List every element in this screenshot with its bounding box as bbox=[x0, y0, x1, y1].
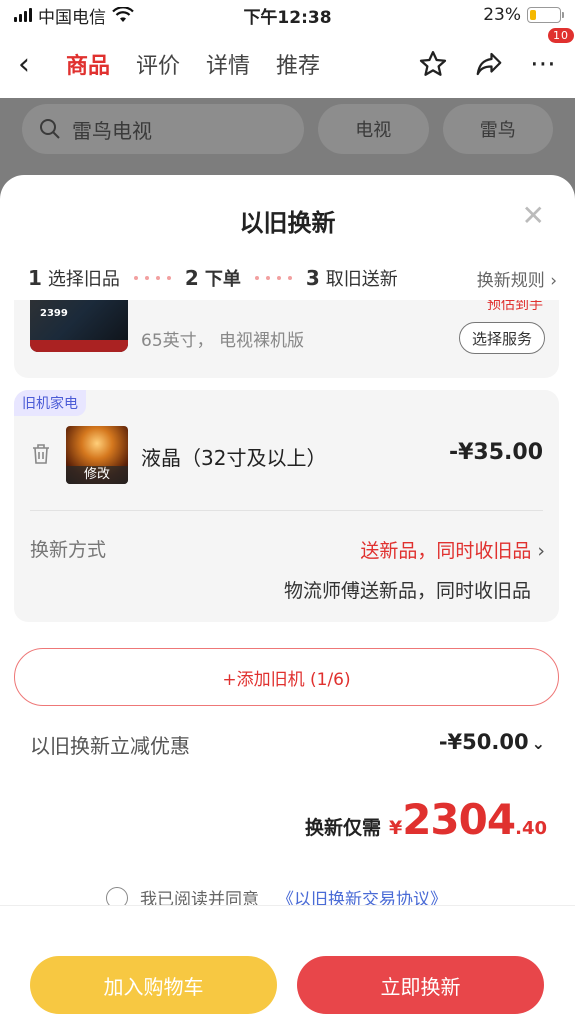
back-icon[interactable]: ‹ bbox=[18, 47, 52, 82]
discount-value[interactable]: -¥50.00 ⌄ bbox=[439, 730, 545, 754]
old-item-price: -¥35.00 bbox=[448, 440, 543, 465]
tab-reviews[interactable]: 评价 bbox=[136, 48, 180, 80]
product-spec: 65英寸， 电视裸机版 bbox=[141, 331, 305, 351]
old-appliance-card: 旧机家电 修改 液晶（32寸及以上） -¥35.00 换新方式 送新品，同时收旧… bbox=[14, 390, 559, 622]
close-icon[interactable]: ✕ bbox=[522, 199, 545, 232]
total-currency: ¥ bbox=[388, 817, 403, 839]
method-selector[interactable]: 送新品，同时收旧品 › bbox=[360, 536, 545, 563]
edit-label[interactable]: 修改 bbox=[66, 466, 128, 484]
divider bbox=[30, 510, 543, 511]
discount-amount: -¥50.00 bbox=[438, 730, 529, 754]
product-thumbnail: 2399 bbox=[30, 300, 128, 352]
nav-bar: ‹ 商品 评价 详情 推荐 ⋯ 10 bbox=[0, 27, 575, 98]
more-icon[interactable]: ⋯ 10 bbox=[530, 27, 575, 77]
search-chip: 电视 bbox=[318, 104, 429, 154]
step-3: 3 取旧送新 bbox=[305, 266, 398, 290]
search-placeholder: 雷鸟电视 bbox=[72, 118, 152, 143]
method-label: 换新方式 bbox=[30, 539, 107, 561]
method-description: 物流师傅送新品，同时收旧品 bbox=[283, 580, 531, 602]
sheet-title: 以旧换新 bbox=[239, 209, 336, 237]
method-value: 送新品，同时收旧品 bbox=[360, 540, 532, 562]
trade-in-sheet: 以旧换新 ✕ 1 选择旧品 2 下单 3 取旧送新 换新规则 › 2399 预估… bbox=[0, 175, 575, 1024]
step-1: 1 选择旧品 bbox=[28, 266, 120, 290]
step-dots bbox=[133, 276, 171, 280]
notification-badge: 10 bbox=[547, 27, 575, 44]
select-service-button[interactable]: 选择服务 bbox=[459, 322, 545, 354]
battery-icon bbox=[527, 7, 564, 23]
search-icon bbox=[40, 119, 60, 139]
total-label: 换新仅需 bbox=[304, 817, 381, 839]
chevron-down-icon: ⌄ bbox=[531, 734, 545, 753]
star-icon[interactable] bbox=[418, 49, 448, 79]
add-to-cart-button[interactable]: 加入购物车 bbox=[30, 956, 277, 1014]
status-bar: 中国电信 下午12:38 23% bbox=[0, 0, 575, 30]
signal-icon bbox=[14, 8, 32, 22]
old-item-name: 液晶（32寸及以上） bbox=[141, 446, 327, 470]
wifi-icon bbox=[112, 7, 134, 22]
old-item-thumbnail[interactable]: 修改 bbox=[66, 426, 128, 484]
carrier-name: 中国电信 bbox=[38, 7, 106, 28]
tab-recommend[interactable]: 推荐 bbox=[276, 48, 320, 80]
estimate-label: 预估到手 bbox=[487, 300, 543, 313]
battery-percent: 23% bbox=[483, 5, 521, 25]
product-card: 2399 预估到手 65英寸， 电视裸机版 选择服务 bbox=[14, 300, 559, 378]
search-chip: 雷鸟 bbox=[442, 104, 553, 154]
underlay-search-row: 雷鸟电视 电视 雷鸟 bbox=[22, 104, 553, 158]
total-decimal: .40 bbox=[515, 818, 547, 839]
step-dots bbox=[254, 276, 292, 280]
tab-product[interactable]: 商品 bbox=[66, 48, 110, 80]
old-appliance-tag: 旧机家电 bbox=[14, 390, 86, 416]
tab-details[interactable]: 详情 bbox=[206, 48, 250, 80]
chevron-right-icon: › bbox=[537, 540, 545, 562]
total-integer: 2304 bbox=[402, 795, 516, 844]
bottom-action-bar: 加入购物车 立即换新 bbox=[0, 905, 575, 1024]
total-price: 换新仅需 ¥ 2304 .40 bbox=[305, 795, 547, 844]
add-old-item-button[interactable]: +添加旧机 (1/6) bbox=[14, 648, 559, 706]
trade-in-now-button[interactable]: 立即换新 bbox=[297, 956, 544, 1014]
step-indicator: 1 选择旧品 2 下单 3 取旧送新 换新规则 › bbox=[28, 265, 557, 291]
share-icon[interactable] bbox=[474, 49, 504, 79]
thumbnail-price: 2399 bbox=[40, 308, 68, 319]
rules-link[interactable]: 换新规则 › bbox=[477, 266, 557, 291]
discount-label: 以旧换新立减优惠 bbox=[30, 734, 190, 758]
search-input: 雷鸟电视 bbox=[22, 104, 304, 154]
trash-icon[interactable] bbox=[30, 442, 52, 466]
step-2: 2 下单 bbox=[184, 266, 241, 290]
